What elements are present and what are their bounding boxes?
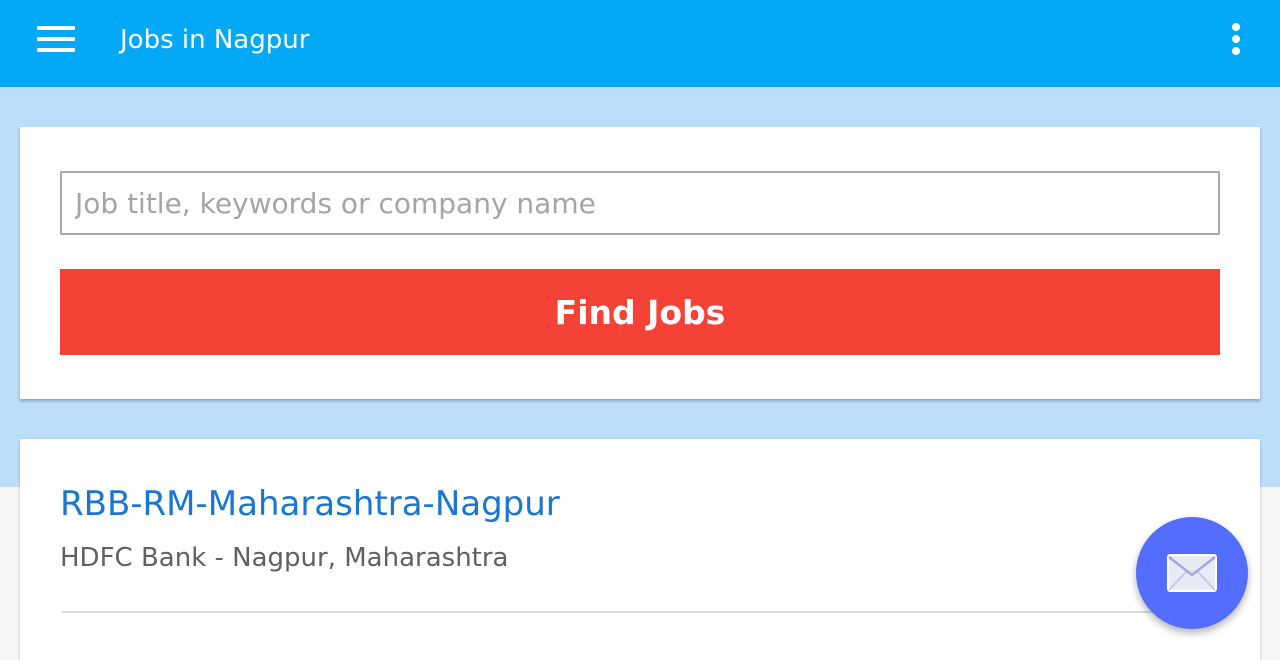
- divider: [62, 611, 1218, 613]
- overflow-dot: [1232, 47, 1240, 55]
- overflow-dot: [1232, 35, 1240, 43]
- results-card: RBB-RM-Maharashtra-Nagpur HDFC Bank - Na…: [20, 439, 1260, 660]
- hamburger-menu-icon[interactable]: [37, 24, 75, 54]
- job-company-location: HDFC Bank - Nagpur, Maharashtra: [60, 543, 509, 573]
- email-icon: [1167, 554, 1217, 592]
- email-fab-button[interactable]: [1136, 517, 1248, 629]
- overflow-dot: [1232, 23, 1240, 31]
- page-title: Jobs in Nagpur: [120, 25, 310, 55]
- top-app-bar: Jobs in Nagpur: [0, 0, 1280, 87]
- more-vert-icon[interactable]: [1222, 20, 1250, 60]
- menu-line: [37, 37, 75, 41]
- list-item[interactable]: RBB-RM-Maharashtra-Nagpur HDFC Bank - Na…: [60, 439, 1220, 613]
- search-card: Find Jobs: [20, 127, 1260, 399]
- find-jobs-button[interactable]: Find Jobs: [60, 269, 1220, 355]
- job-title-link[interactable]: RBB-RM-Maharashtra-Nagpur: [60, 483, 560, 525]
- menu-line: [37, 48, 75, 52]
- menu-line: [37, 26, 75, 30]
- search-input[interactable]: [60, 171, 1220, 235]
